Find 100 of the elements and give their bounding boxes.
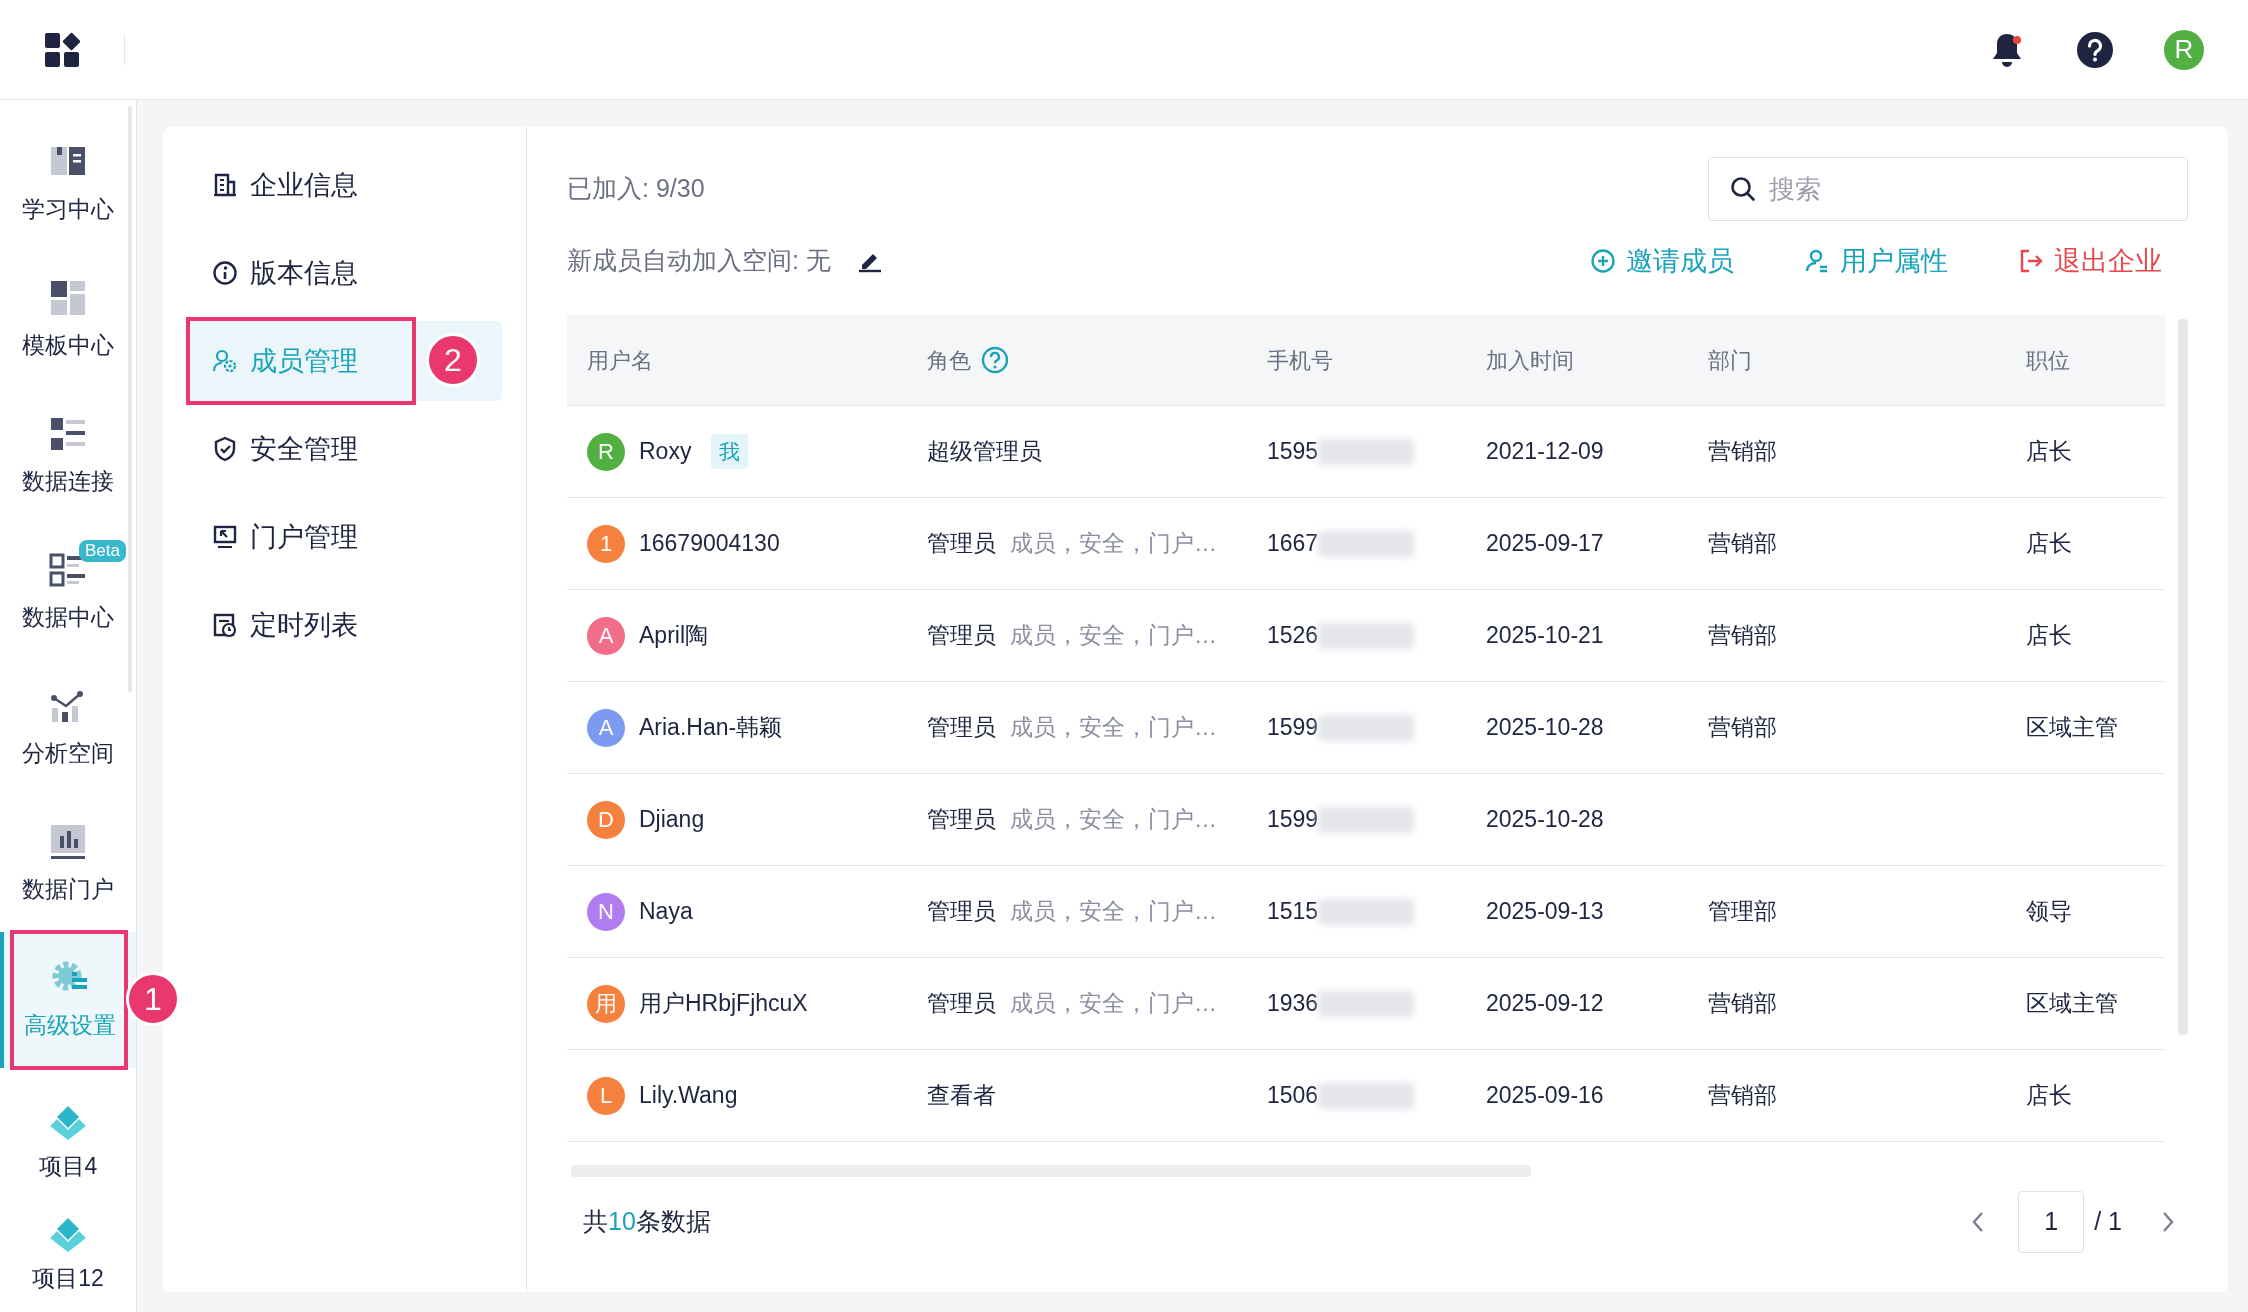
auto-join-setting: 新成员自动加入空间: 无: [567, 245, 831, 277]
app-grid-icon[interactable]: [44, 31, 80, 68]
sidebar-item[interactable]: 数据连接: [0, 388, 136, 524]
user-gear-icon: [212, 348, 238, 374]
project-item[interactable]: 项目12: [0, 1200, 136, 1312]
permissions-text: 成员，安全，门户…: [1010, 713, 1217, 743]
menu-item[interactable]: 定时列表: [186, 585, 502, 665]
permissions-text: 成员，安全，门户…: [1010, 805, 1217, 835]
department-text: 营销部: [1708, 1082, 1777, 1109]
position-text: 店长: [2026, 622, 2072, 649]
total-count: 共10条数据: [583, 1206, 711, 1238]
sidebar-item[interactable]: 模板中心: [0, 252, 136, 388]
user-name: Djiang: [639, 805, 705, 835]
role-text: 管理员: [927, 713, 996, 743]
help-icon[interactable]: [2076, 30, 2114, 69]
role-text: 管理员: [927, 989, 996, 1019]
user-avatar: L: [587, 1076, 625, 1115]
join-date: 2025-09-17: [1486, 530, 1604, 557]
vertical-scrollbar[interactable]: [2178, 319, 2188, 1035]
user-icon: [1804, 248, 1830, 274]
joined-count: 已加入: 9/30: [567, 173, 705, 205]
user-avatar: N: [587, 892, 625, 931]
user-avatar: D: [587, 800, 625, 839]
department-text: 营销部: [1708, 714, 1777, 741]
project-item[interactable]: 项目4: [0, 1088, 136, 1200]
department-text: 营销部: [1708, 990, 1777, 1017]
menu-item[interactable]: 安全管理: [186, 409, 502, 489]
page-input[interactable]: 1: [2018, 1191, 2085, 1253]
exit-icon: [2018, 248, 2044, 274]
search-icon: [1730, 176, 1756, 202]
permissions-text: 成员，安全，门户…: [1010, 989, 1217, 1019]
column-header[interactable]: 部门: [1708, 343, 1752, 377]
sidebar-item[interactable]: 分析空间: [0, 660, 136, 796]
sidebar-item[interactable]: Beta 数据中心: [0, 524, 136, 660]
department-text: 营销部: [1708, 622, 1777, 649]
join-date: 2025-09-16: [1486, 1082, 1604, 1109]
role-text: 管理员: [927, 621, 996, 651]
role-text: 管理员: [927, 805, 996, 835]
diamond-icon: [49, 1104, 87, 1141]
user-name: April陶: [639, 621, 708, 651]
join-date: 2025-10-21: [1486, 622, 1604, 649]
building-icon: [212, 172, 238, 198]
shield-icon: [212, 436, 238, 462]
position-text: 店长: [2026, 530, 2072, 557]
phone-number: 1599: [1267, 713, 1319, 743]
join-date: 2021-12-09: [1486, 438, 1604, 465]
phone-number: 1599: [1267, 805, 1319, 835]
sidebar-item[interactable]: 学习中心: [0, 116, 136, 252]
user-name: Aria.Han-韩颖: [639, 713, 783, 743]
column-header[interactable]: 加入时间: [1486, 343, 1574, 377]
user-avatar: A: [587, 708, 625, 747]
menu-item[interactable]: 企业信息: [186, 145, 502, 225]
column-header[interactable]: 角色: [927, 343, 971, 377]
department-text: 管理部: [1708, 898, 1777, 925]
leave-company-button[interactable]: 退出企业: [2018, 240, 2162, 282]
user-name: 用户HRbjFjhcuX: [639, 989, 808, 1019]
phone-number: 1595: [1267, 437, 1319, 467]
phone-number: 1936: [1267, 989, 1319, 1019]
phone-number: 1515: [1267, 897, 1319, 927]
phone-number: 1526: [1267, 621, 1319, 651]
user-name: Lily.Wang: [639, 1081, 738, 1111]
role-text: 管理员: [927, 529, 996, 559]
beta-badge: Beta: [79, 540, 126, 562]
plus-circle-icon: [1590, 248, 1616, 274]
diamond-icon: [49, 1216, 87, 1253]
permissions-text: 成员，安全，门户…: [1010, 621, 1217, 651]
sidebar-item[interactable]: 数据门户: [0, 796, 136, 932]
search-field[interactable]: 搜索: [1708, 157, 2188, 221]
join-date: 2025-09-13: [1486, 898, 1604, 925]
info-icon: [212, 260, 238, 286]
join-date: 2025-09-12: [1486, 990, 1604, 1017]
user-name: Roxy: [639, 437, 692, 467]
position-text: 区域主管: [2026, 714, 2118, 741]
user-name: 16679004130: [639, 529, 780, 559]
monitor-icon: [212, 524, 238, 550]
department-text: 营销部: [1708, 438, 1777, 465]
user-avatar: 1: [587, 524, 625, 563]
role-text: 管理员: [927, 897, 996, 927]
permissions-text: 成员，安全，门户…: [1010, 897, 1217, 927]
position-text: 店长: [2026, 1082, 2072, 1109]
me-tag: 我: [711, 433, 749, 470]
user-name: Naya: [639, 897, 693, 927]
column-header[interactable]: 手机号: [1267, 343, 1333, 377]
permissions-text: 成员，安全，门户…: [1010, 529, 1217, 559]
join-date: 2025-10-28: [1486, 806, 1604, 833]
position-text: 店长: [2026, 438, 2072, 465]
menu-item[interactable]: 版本信息: [186, 233, 502, 313]
role-text: 查看者: [927, 1081, 996, 1111]
column-header[interactable]: 用户名: [587, 343, 653, 377]
phone-number: 1506: [1267, 1081, 1319, 1111]
join-date: 2025-10-28: [1486, 714, 1604, 741]
page-total: / 1: [2094, 1206, 2122, 1238]
user-avatar: A: [587, 616, 625, 655]
department-text: 营销部: [1708, 530, 1777, 557]
menu-item[interactable]: 门户管理: [186, 497, 502, 577]
phone-number: 1667: [1267, 529, 1319, 559]
column-header[interactable]: 职位: [2026, 343, 2070, 377]
position-text: 领导: [2026, 898, 2072, 925]
user-avatar: R: [587, 432, 625, 471]
position-text: 区域主管: [2026, 990, 2118, 1017]
